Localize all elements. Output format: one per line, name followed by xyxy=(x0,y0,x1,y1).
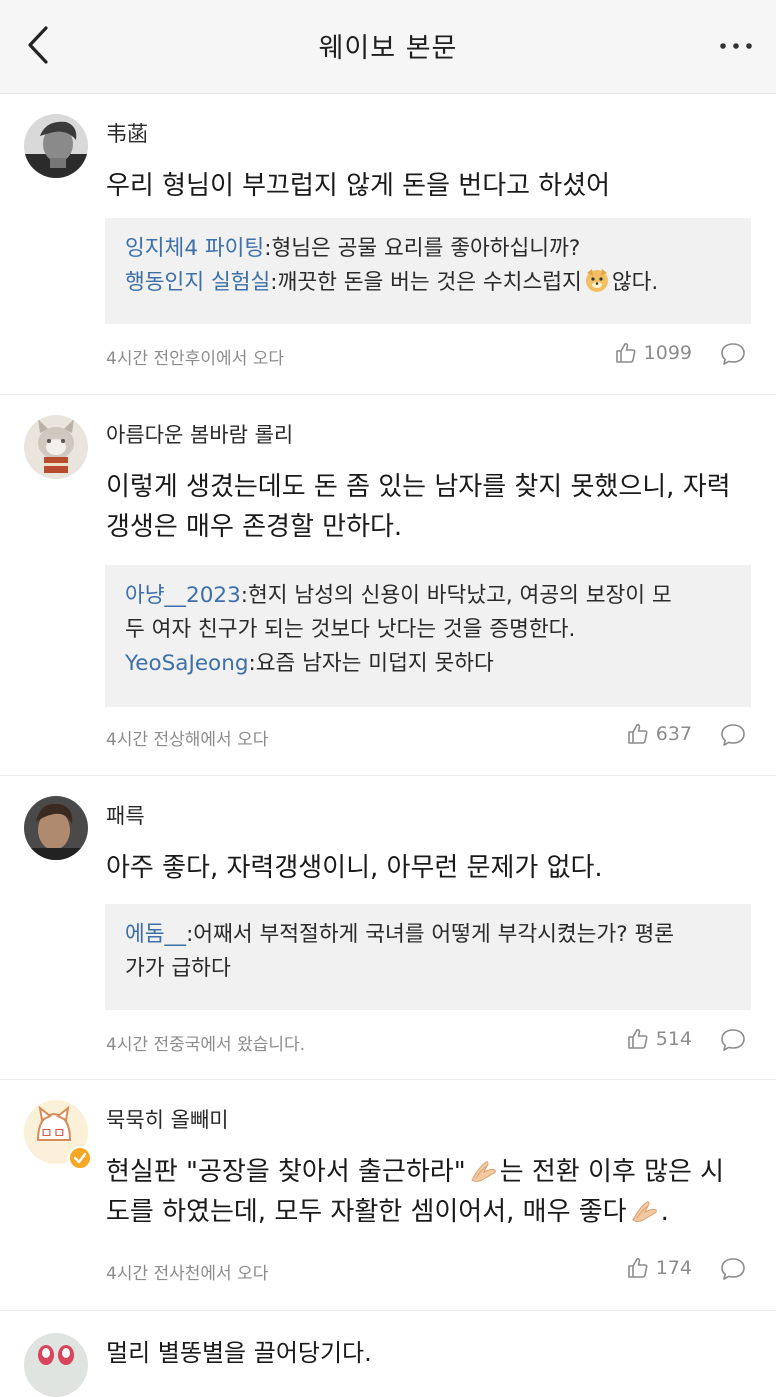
comment-item: ㅁㅁ 묵묵히 올빼미현실판 "공장을 찾아서 출근하라" 는 전환 이후 많은 시도… xyxy=(0,1080,776,1311)
reply-button[interactable] xyxy=(720,1028,746,1052)
comment-text-line: 현실판 "공장을 찾아서 출근하라" 는 전환 이후 많은 시 xyxy=(106,1152,746,1192)
speech-bubble-icon xyxy=(721,724,745,746)
pray-hands-emoji-icon xyxy=(468,1156,498,1182)
reply-username[interactable]: 에돔__ xyxy=(125,922,186,947)
reply-box[interactable]: 에돔__:어째서 부적절하게 국녀를 어떻게 부각시켰는가? 평론가가 급하다 xyxy=(105,904,751,1010)
comment-text-part: 현실판 "공장을 찾아서 출근하라" xyxy=(106,1157,466,1187)
comment-text-line: 도를 하였는데, 모두 자활한 셈이어서, 매우 좋다. xyxy=(106,1192,746,1232)
reply-username[interactable]: 잉지체4 파이팅 xyxy=(125,236,264,261)
like-count: 514 xyxy=(655,1028,692,1050)
comment-text: 우리 형님이 부끄럽지 않게 돈을 번다고 하셨어 xyxy=(106,171,611,201)
like-button[interactable]: 637 xyxy=(626,722,692,746)
comment-text-line: 이렇게 생겼는데도 돈 좀 있는 남자를 찾지 못했으니, 자력 xyxy=(106,472,731,502)
reply-text: :형님은 공물 요리를 좋아하십니까? xyxy=(264,236,581,261)
reply-text: 가가 급하다 xyxy=(125,956,231,981)
thumbs-up-icon xyxy=(615,342,636,363)
username[interactable]: 아름다운 봄바람 롤리 xyxy=(106,419,293,449)
reply-text: 두 여자 친구가 되는 것보다 낫다는 것을 증명한다. xyxy=(125,617,576,642)
comment-list: 韦菡 우리 형님이 부끄럽지 않게 돈을 번다고 하셨어 잉지체4 파이팅:형님… xyxy=(0,94,776,1397)
comment-text-part: 도를 하였는데, 모두 자활한 셈이어서, 매우 좋다 xyxy=(106,1197,627,1227)
reply-username[interactable]: 아냥__2023 xyxy=(125,583,241,608)
reply-line: YeoSaJeong:요즘 남자는 미덥지 못하다 xyxy=(125,647,731,681)
comment-text: 현실판 "공장을 찾아서 출근하라" 는 전환 이후 많은 시도를 하였는데, 모… xyxy=(106,1152,746,1232)
doge-emoji-icon xyxy=(584,267,610,293)
reply-text: :현지 남성의 신용이 바닥났고, 여공의 보장이 모 xyxy=(240,583,672,608)
pray-hands-emoji-icon xyxy=(629,1196,659,1222)
speech-bubble-icon xyxy=(721,1029,745,1051)
reply-text: :깨끗한 돈을 버는 것은 수치스럽지 xyxy=(270,270,582,295)
reply-username[interactable]: 행동인지 실험실 xyxy=(125,270,270,295)
speech-bubble-icon xyxy=(721,343,745,365)
username[interactable]: 멀리 별똥별을 끌어당기다. xyxy=(106,1333,746,1373)
like-button[interactable]: 174 xyxy=(626,1256,692,1280)
reply-line: 에돔__:어째서 부적절하게 국녀를 어떻게 부각시켰는가? 평론 xyxy=(125,918,731,952)
comment-text-part: 는 전환 이후 많은 시 xyxy=(499,1157,725,1187)
avatar[interactable] xyxy=(24,796,88,860)
reply-button[interactable] xyxy=(720,342,746,366)
comment-text: 아주 좋다, 자력갱생이니, 아무런 문제가 없다. xyxy=(106,853,603,883)
like-count: 174 xyxy=(655,1257,692,1279)
reply-line: 행동인지 실험실:깨끗한 돈을 버는 것은 수치스럽지 않다. xyxy=(125,266,731,300)
comment-item: 패륵아주 좋다, 자력갱생이니, 아무런 문제가 없다. 에돔__:어째서 부적절… xyxy=(0,776,776,1080)
top-nav-bar: 웨이보 본문 xyxy=(0,0,776,94)
reply-text: :요즘 남자는 미덥지 못하다 xyxy=(248,651,494,676)
comment-timestamp: 4시간 전사천에서 오다 xyxy=(106,1264,269,1284)
like-count: 637 xyxy=(655,723,692,745)
comment-timestamp: 4시간 전안후이에서 오다 xyxy=(106,349,285,369)
reply-button[interactable] xyxy=(720,723,746,747)
like-button[interactable]: 514 xyxy=(626,1027,692,1051)
reply-line: 잉지체4 파이팅:형님은 공물 요리를 좋아하십니까? xyxy=(125,232,731,266)
avatar[interactable] xyxy=(24,415,88,479)
like-button[interactable]: 1099 xyxy=(614,341,692,365)
comment-item: 韦菡 우리 형님이 부끄럽지 않게 돈을 번다고 하셨어 잉지체4 파이팅:형님… xyxy=(0,94,776,395)
reply-username[interactable]: YeoSaJeong xyxy=(125,651,248,676)
reply-box[interactable]: 잉지체4 파이팅:형님은 공물 요리를 좋아하십니까? 행동인지 실험실:깨끗한… xyxy=(105,218,751,324)
username[interactable]: 韦菡 xyxy=(106,118,148,148)
more-dots-icon xyxy=(720,43,752,49)
reply-text: 않다. xyxy=(611,270,659,295)
comment-item: 아름다운 봄바람 롤리이렇게 생겼는데도 돈 좀 있는 남자를 찾지 못했으니,… xyxy=(0,395,776,776)
reply-text: :어째서 부적절하게 국녀를 어떻게 부각시켰는가? 평론 xyxy=(186,922,675,947)
thumbs-up-icon xyxy=(627,723,648,744)
speech-bubble-icon xyxy=(721,1258,745,1280)
username[interactable]: 묵묵히 올빼미 xyxy=(106,1104,229,1134)
verified-badge-icon xyxy=(68,1146,92,1170)
comment-timestamp: 4시간 전상해에서 오다 xyxy=(106,730,269,750)
comment-text-line: 갱생은 매우 존경할 만하다. xyxy=(106,512,403,542)
comment-timestamp: 4시간 전중국에서 왔습니다. xyxy=(106,1035,306,1055)
thumbs-up-icon xyxy=(627,1028,648,1049)
reply-line: 아냥__2023:현지 남성의 신용이 바닥났고, 여공의 보장이 모 xyxy=(125,579,731,613)
avatar[interactable] xyxy=(24,1333,88,1397)
comment-text-part: . xyxy=(660,1197,669,1227)
svg-text:ㅁㅁ: ㅁㅁ xyxy=(40,1126,66,1142)
comment-item: 멀리 별똥별을 끌어당기다. xyxy=(0,1311,776,1397)
avatar[interactable] xyxy=(24,114,88,178)
reply-button[interactable] xyxy=(720,1257,746,1281)
page-title: 웨이보 본문 xyxy=(318,33,458,64)
more-button[interactable] xyxy=(718,22,754,66)
username[interactable]: 패륵 xyxy=(106,800,145,830)
like-count: 1099 xyxy=(643,342,692,364)
thumbs-up-icon xyxy=(627,1257,648,1278)
comment-text: 이렇게 생겼는데도 돈 좀 있는 남자를 찾지 못했으니, 자력갱생은 매우 존… xyxy=(106,467,746,547)
reply-box[interactable]: 아냥__2023:현지 남성의 신용이 바닥났고, 여공의 보장이 모두 여자 … xyxy=(105,565,751,707)
